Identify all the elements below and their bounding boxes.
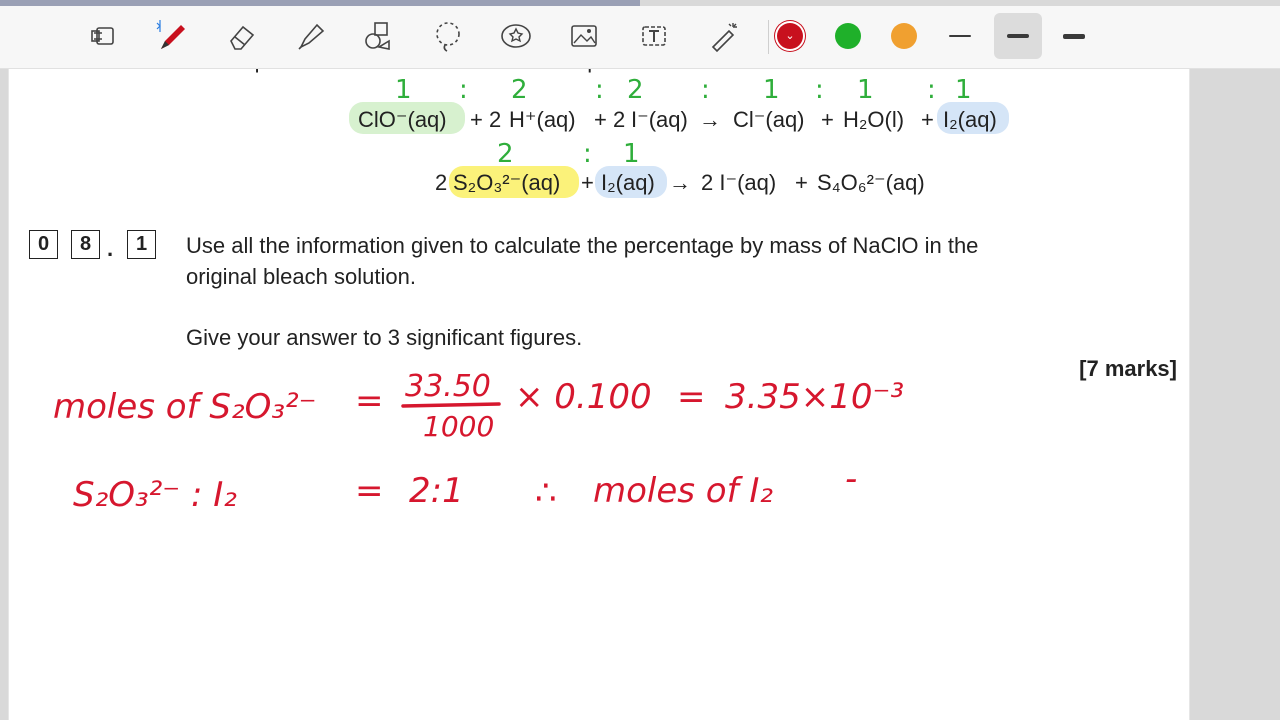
page-canvas: ClO⁻(aq) + 2 H⁺(aq) + 2 I⁻(aq) → Cl⁻(aq)… xyxy=(53,75,1009,515)
green-ratio-1-7: : xyxy=(815,75,824,105)
eq2-coef: 2 xyxy=(435,170,447,195)
shapes-tool-button[interactable] xyxy=(356,14,400,58)
laser-pointer-icon xyxy=(711,23,737,53)
ink-line2-equals: = xyxy=(355,471,384,511)
image-icon xyxy=(571,25,597,47)
green-ratio-1-10: 1 xyxy=(955,75,972,105)
ink-line1-result: 3.35×10⁻³ xyxy=(725,377,904,417)
annotation-toolbar: ⌄ xyxy=(0,6,1280,69)
eq1-plus2: + 2 xyxy=(594,107,625,132)
document-page[interactable]: The equations for the reactions in this … xyxy=(8,66,1190,720)
green-ratio-1-9: : xyxy=(927,75,936,105)
color-green-button[interactable] xyxy=(826,14,870,58)
bluetooth-icon xyxy=(156,20,161,32)
pen-icon xyxy=(156,20,185,49)
color-red-button[interactable]: ⌄ xyxy=(768,14,812,58)
marks-label: [7 marks] xyxy=(1079,356,1177,381)
laser-pointer-tool-button[interactable] xyxy=(702,14,746,58)
eq1-plus1: + 2 xyxy=(470,107,501,132)
eq1-h2o: H₂O(l) xyxy=(843,107,904,132)
question-instruction: Give your answer to 3 significant figure… xyxy=(186,325,583,350)
pen-tool-button[interactable] xyxy=(150,14,194,58)
text-tool-button[interactable] xyxy=(632,14,676,58)
thin-line-icon xyxy=(949,35,971,37)
green-swatch xyxy=(835,23,861,49)
green-ratio-1-1: : xyxy=(459,75,468,105)
ink-line2-therefore: ∴ xyxy=(535,473,557,513)
ink-line1-denominator: 1000 xyxy=(423,410,494,443)
selected-color-swatch: ⌄ xyxy=(777,23,803,49)
highlighter-icon xyxy=(298,23,325,50)
lasso-select-tool-button[interactable] xyxy=(426,14,470,58)
eq1-h: H⁺(aq) xyxy=(509,107,576,132)
question-number-box-2: 8 xyxy=(71,230,100,259)
green-ratio-2-2: 1 xyxy=(623,139,640,169)
green-ratio-1-3: : xyxy=(595,75,604,105)
eq1-i2: I₂(aq) xyxy=(943,107,997,132)
green-ratio-1-5: : xyxy=(701,75,710,105)
sticker-icon xyxy=(501,24,531,48)
ink-line2-ratio: 2:1 xyxy=(409,471,464,511)
eq1-cl: Cl⁻(aq) xyxy=(733,107,805,132)
eq2-arrow: → xyxy=(669,170,691,195)
lasso-icon xyxy=(91,27,114,45)
line-weight-medium-button[interactable] xyxy=(994,13,1042,59)
ink-line2-dash: - xyxy=(845,459,857,499)
lasso-select-icon xyxy=(436,22,460,52)
eq1-plus4: + xyxy=(921,107,934,132)
question-text-line-1: Use all the information given to calcula… xyxy=(186,233,979,258)
orange-swatch xyxy=(891,23,917,49)
ink-line2-left: S₂O₃²⁻ : I₂ xyxy=(73,475,237,515)
ink-fraction-bar xyxy=(401,402,501,408)
chevron-down-icon: ⌄ xyxy=(785,29,795,42)
eq2-2i: 2 I⁻(aq) xyxy=(701,170,776,195)
green-ratio-1-6: 1 xyxy=(763,75,780,105)
green-ratio-row-2: 2 : 1 xyxy=(497,139,640,169)
green-ratio-1-4: 2 xyxy=(627,75,644,105)
thick-line-icon xyxy=(1063,33,1085,39)
question-number-dot: . xyxy=(107,236,114,261)
shapes-icon xyxy=(365,22,390,50)
image-tool-button[interactable] xyxy=(562,14,606,58)
ink-line1-equals2: = xyxy=(677,377,706,417)
green-ratio-1-8: 1 xyxy=(857,75,874,105)
sticker-tool-button[interactable] xyxy=(494,14,538,58)
eq2-i2: I₂(aq) xyxy=(601,170,655,195)
eq2-plus1: + xyxy=(581,170,594,195)
green-ratio-1-0: 1 xyxy=(395,75,412,105)
green-ratio-2-1: : xyxy=(583,139,592,169)
lasso-tool-button[interactable] xyxy=(82,14,126,58)
ink-line1-label: moles of S₂O₃²⁻ xyxy=(53,387,317,427)
green-ratio-1-2: 2 xyxy=(511,75,528,105)
green-ratio-row-1: 1 : 2 : 2 : 1 : 1 : 1 xyxy=(395,75,972,105)
medium-line-icon xyxy=(1007,34,1029,38)
eq1-arrow: → xyxy=(699,107,721,132)
eq1-clo: ClO⁻(aq) xyxy=(358,107,447,132)
ink-line1-times: × 0.100 xyxy=(515,377,652,417)
question-number-box-1: 0 xyxy=(29,230,58,259)
line-weight-thick-button[interactable] xyxy=(1052,14,1096,58)
eraser-icon xyxy=(230,25,255,50)
eq1-plus3: + xyxy=(821,107,834,132)
green-ratio-2-0: 2 xyxy=(497,139,514,169)
eq1-i: I⁻(aq) xyxy=(631,107,688,132)
ink-line1-equals: = xyxy=(355,381,384,421)
text-icon xyxy=(642,26,666,46)
highlighter-tool-button[interactable] xyxy=(288,14,332,58)
question-number-box-3: 1 xyxy=(127,230,156,259)
ink-line2-right: moles of I₂ xyxy=(593,471,773,511)
eq2-s2o3: S₂O₃²⁻(aq) xyxy=(453,170,560,195)
color-orange-button[interactable] xyxy=(882,14,926,58)
ink-line1-numerator: 33.50 xyxy=(405,369,491,404)
line-weight-thin-button[interactable] xyxy=(938,14,982,58)
question-text-line-2: original bleach solution. xyxy=(186,264,416,289)
eq2-plus2: + xyxy=(795,170,808,195)
eraser-tool-button[interactable] xyxy=(220,14,264,58)
eq2-s4o6: S₄O₆²⁻(aq) xyxy=(817,170,925,195)
